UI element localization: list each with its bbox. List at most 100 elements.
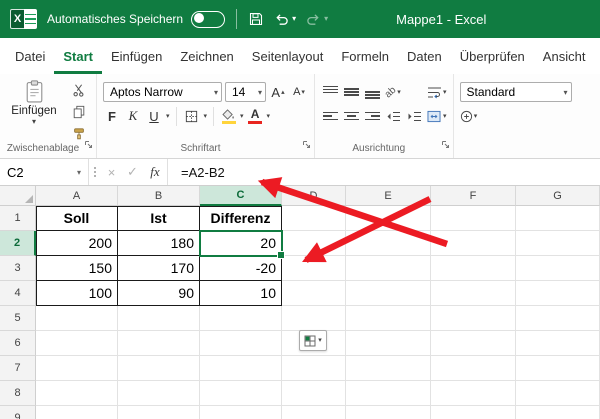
select-all-button[interactable] bbox=[0, 186, 36, 206]
tab-datei[interactable]: Datei bbox=[6, 38, 54, 74]
cell-C4[interactable]: 10 bbox=[200, 281, 282, 306]
font-color-dropdown-icon[interactable]: ▾ bbox=[267, 112, 271, 120]
cell-F5[interactable] bbox=[431, 306, 516, 331]
cell-G8[interactable] bbox=[516, 381, 600, 406]
align-center-button[interactable] bbox=[342, 106, 360, 126]
font-name-dropdown-icon[interactable]: ▾ bbox=[210, 88, 218, 97]
cell-B2[interactable]: 180 bbox=[118, 231, 200, 256]
cell-D4[interactable] bbox=[282, 281, 346, 306]
formula-input[interactable]: =A2-B2 bbox=[181, 165, 225, 180]
tab-formeln[interactable]: Formeln bbox=[332, 38, 398, 74]
cell-C1[interactable]: Differenz bbox=[200, 206, 282, 231]
cell-E7[interactable] bbox=[346, 356, 431, 381]
row-header-9[interactable]: 9 bbox=[0, 406, 36, 419]
undo-button[interactable]: ▾ bbox=[274, 12, 296, 27]
borders-button[interactable] bbox=[183, 106, 201, 126]
cell-F2[interactable] bbox=[431, 231, 516, 256]
column-header-A[interactable]: A bbox=[36, 186, 118, 206]
cell-B4[interactable]: 90 bbox=[118, 281, 200, 306]
row-header-8[interactable]: 8 bbox=[0, 381, 36, 406]
cell-A3[interactable]: 150 bbox=[36, 256, 118, 281]
column-header-G[interactable]: G bbox=[516, 186, 600, 206]
decrease-indent-button[interactable] bbox=[384, 106, 402, 126]
cell-E2[interactable] bbox=[346, 231, 431, 256]
column-header-E[interactable]: E bbox=[346, 186, 431, 206]
cell-D8[interactable] bbox=[282, 381, 346, 406]
fill-color-button[interactable] bbox=[220, 108, 237, 124]
cell-C6[interactable] bbox=[200, 331, 282, 356]
font-dialog-launcher[interactable] bbox=[302, 136, 311, 154]
increase-indent-button[interactable] bbox=[405, 106, 423, 126]
redo-button[interactable]: ▾ bbox=[306, 12, 328, 27]
cell-D1[interactable] bbox=[282, 206, 346, 231]
accounting-dropdown-icon[interactable]: ▾ bbox=[474, 113, 478, 120]
cell-F9[interactable] bbox=[431, 406, 516, 419]
cell-D9[interactable] bbox=[282, 406, 346, 419]
paste-button[interactable]: Einfügen ▾ bbox=[6, 79, 62, 142]
align-middle-button[interactable] bbox=[342, 82, 360, 102]
cell-B7[interactable] bbox=[118, 356, 200, 381]
cell-F3[interactable] bbox=[431, 256, 516, 281]
cell-F1[interactable] bbox=[431, 206, 516, 231]
underline-button[interactable]: U bbox=[145, 106, 163, 126]
bold-button[interactable]: F bbox=[103, 106, 121, 126]
underline-dropdown-icon[interactable]: ▾ bbox=[166, 112, 170, 120]
cell-G2[interactable] bbox=[516, 231, 600, 256]
cell-G5[interactable] bbox=[516, 306, 600, 331]
cell-A7[interactable] bbox=[36, 356, 118, 381]
cell-B9[interactable] bbox=[118, 406, 200, 419]
font-size-dropdown-icon[interactable]: ▾ bbox=[254, 88, 262, 97]
cell-B8[interactable] bbox=[118, 381, 200, 406]
cell-A4[interactable]: 100 bbox=[36, 281, 118, 306]
cell-A1[interactable]: Soll bbox=[36, 206, 118, 231]
font-color-button[interactable]: A bbox=[247, 108, 264, 124]
tab-daten[interactable]: Daten bbox=[398, 38, 451, 74]
tab-ansicht[interactable]: Ansicht bbox=[534, 38, 595, 74]
number-format-dropdown-icon[interactable]: ▾ bbox=[560, 88, 568, 97]
clipboard-dialog-launcher[interactable] bbox=[84, 136, 93, 154]
font-name-combo[interactable]: Aptos Narrow ▾ bbox=[103, 82, 222, 102]
row-header-7[interactable]: 7 bbox=[0, 356, 36, 381]
cell-G1[interactable] bbox=[516, 206, 600, 231]
borders-dropdown-icon[interactable]: ▾ bbox=[204, 112, 208, 120]
formula-bar-handle[interactable] bbox=[89, 167, 101, 177]
merge-dropdown-icon[interactable]: ▾ bbox=[443, 113, 447, 120]
tab-ueberpruefen[interactable]: Überprüfen bbox=[451, 38, 534, 74]
row-header-3[interactable]: 3 bbox=[0, 256, 36, 281]
cell-A9[interactable] bbox=[36, 406, 118, 419]
cut-button[interactable] bbox=[68, 82, 90, 98]
cell-F8[interactable] bbox=[431, 381, 516, 406]
cell-F4[interactable] bbox=[431, 281, 516, 306]
cell-D7[interactable] bbox=[282, 356, 346, 381]
cell-C2[interactable]: 20 bbox=[200, 231, 282, 256]
cell-A6[interactable] bbox=[36, 331, 118, 356]
cell-C3[interactable]: -20 bbox=[200, 256, 282, 281]
cell-E4[interactable] bbox=[346, 281, 431, 306]
cell-E3[interactable] bbox=[346, 256, 431, 281]
cell-E1[interactable] bbox=[346, 206, 431, 231]
row-header-5[interactable]: 5 bbox=[0, 306, 36, 331]
auto-fill-options-button[interactable]: ▾ bbox=[299, 330, 327, 351]
cell-D5[interactable] bbox=[282, 306, 346, 331]
cell-G6[interactable] bbox=[516, 331, 600, 356]
insert-function-button[interactable]: fx bbox=[143, 164, 167, 180]
cell-F7[interactable] bbox=[431, 356, 516, 381]
decrease-font-button[interactable]: A ▾ bbox=[290, 82, 308, 102]
number-format-combo[interactable]: Standard ▾ bbox=[459, 82, 572, 102]
name-box-dropdown-icon[interactable]: ▾ bbox=[77, 168, 81, 177]
cell-C8[interactable] bbox=[200, 381, 282, 406]
cell-C5[interactable] bbox=[200, 306, 282, 331]
cell-D3[interactable] bbox=[282, 256, 346, 281]
paste-dropdown-icon[interactable]: ▾ bbox=[32, 118, 36, 126]
cell-A8[interactable] bbox=[36, 381, 118, 406]
align-right-button[interactable] bbox=[363, 106, 381, 126]
name-box[interactable]: C2 ▾ bbox=[0, 159, 88, 185]
tab-seitenlayout[interactable]: Seitenlayout bbox=[243, 38, 333, 74]
cell-A2[interactable]: 200 bbox=[36, 231, 118, 256]
merge-center-button[interactable]: ▾ bbox=[426, 106, 447, 126]
cell-A5[interactable] bbox=[36, 306, 118, 331]
orientation-button[interactable]: ab ▾ bbox=[383, 82, 402, 102]
tab-zeichnen[interactable]: Zeichnen bbox=[171, 38, 242, 74]
cell-B5[interactable] bbox=[118, 306, 200, 331]
row-header-4[interactable]: 4 bbox=[0, 281, 36, 306]
